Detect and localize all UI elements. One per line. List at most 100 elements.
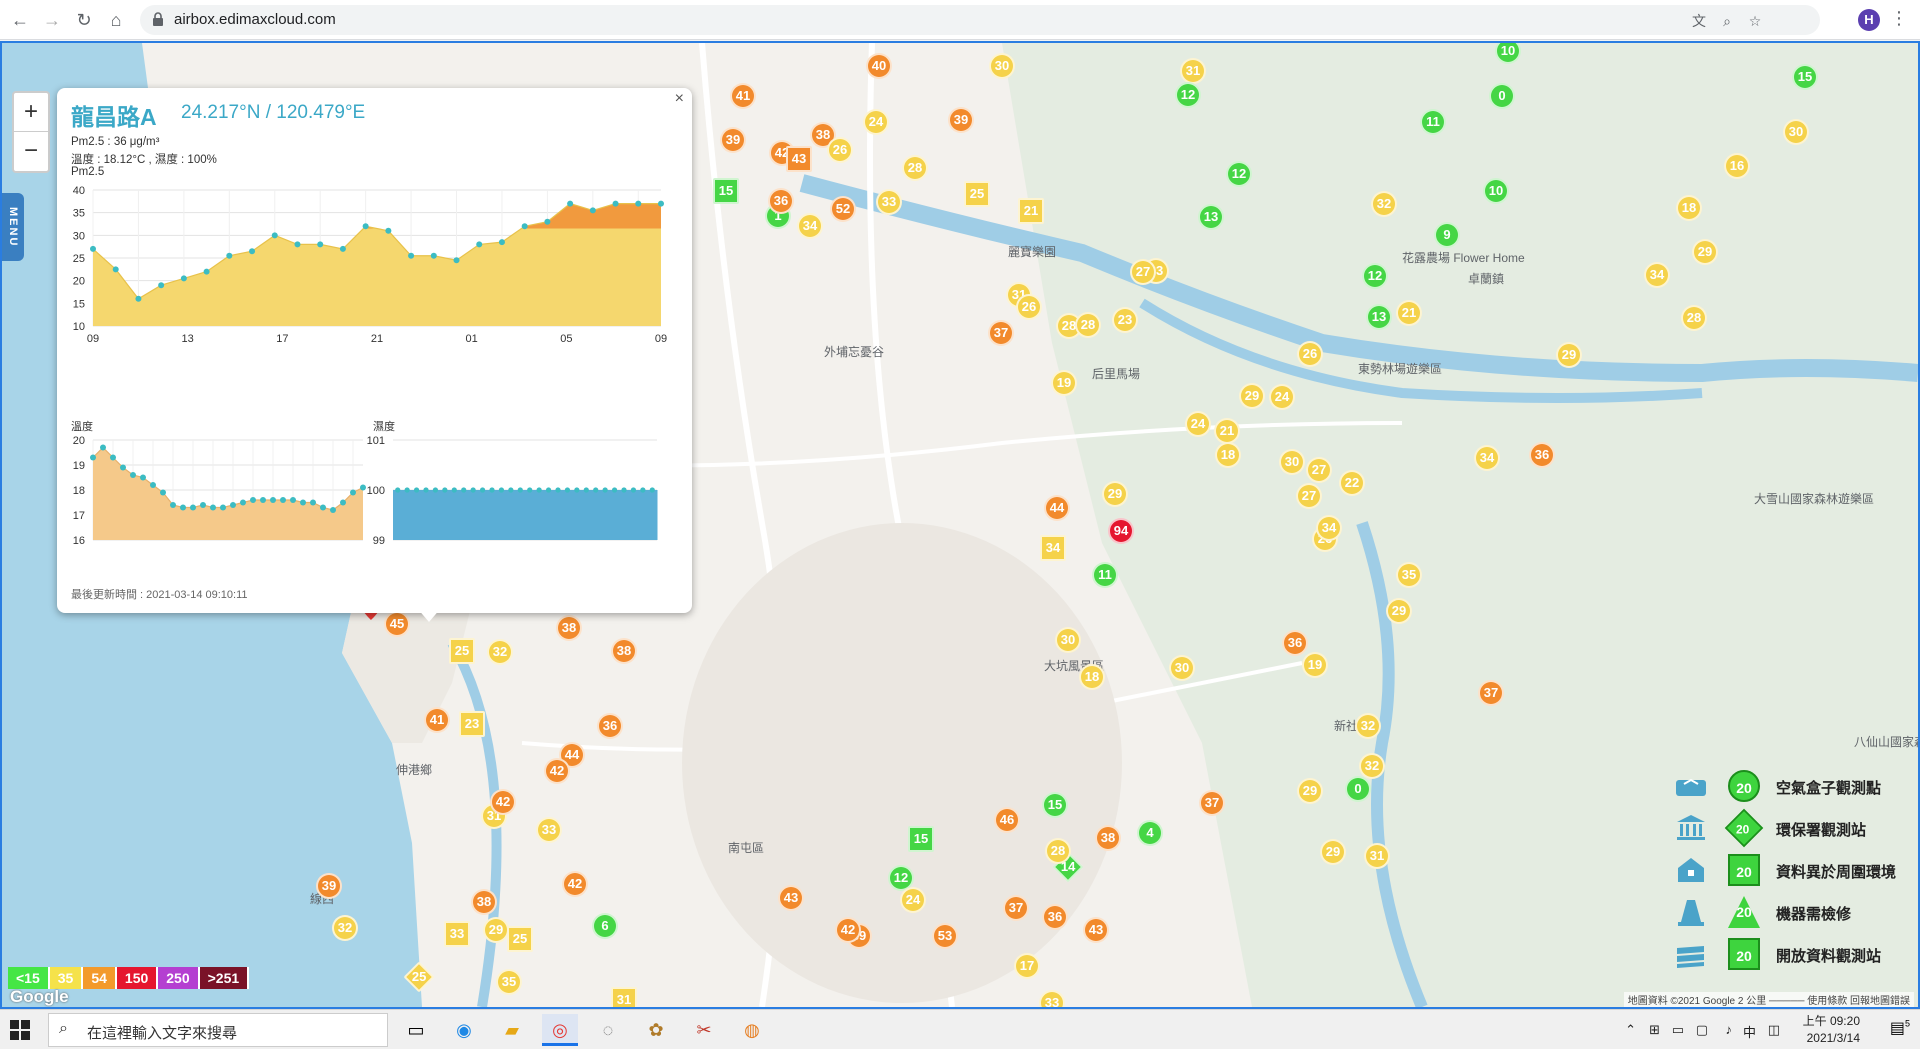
clock[interactable]: 上午 09:20 2021/3/14 — [1803, 1013, 1860, 1047]
edge-icon[interactable]: ◉ — [446, 1014, 482, 1046]
aqi-marker[interactable]: 26 — [1297, 341, 1323, 367]
aqi-marker[interactable]: 43 — [1083, 917, 1109, 943]
aqi-marker[interactable]: 22 — [1339, 470, 1365, 496]
aqi-marker[interactable]: 15 — [908, 826, 934, 852]
aqi-marker[interactable]: 33 — [1039, 990, 1065, 1007]
address-bar[interactable]: airbox.edimaxcloud.com 文 ⌕ ☆ — [140, 5, 1820, 35]
zoom-icon[interactable]: ⌕ — [1718, 12, 1736, 30]
map-area[interactable]: 大雪山國家森林遊樂區 東勢林場遊樂區 卓蘭鎮 新社區 伸港鄉 線西 大坑風景區 … — [0, 41, 1920, 1009]
aqi-marker[interactable]: 36 — [1282, 630, 1308, 656]
aqi-marker[interactable]: 32 — [487, 639, 513, 665]
aqi-marker[interactable]: 28 — [1075, 312, 1101, 338]
menu-tab[interactable]: MENU — [2, 193, 24, 261]
aqi-marker[interactable]: 12 — [1362, 263, 1388, 289]
aqi-marker[interactable]: 31 — [1180, 58, 1206, 84]
aqi-marker[interactable]: 36 — [1042, 904, 1068, 930]
aqi-marker[interactable]: 46 — [994, 807, 1020, 833]
aqi-marker[interactable]: 36 — [768, 188, 794, 214]
task-view-icon[interactable]: ▭ — [398, 1014, 434, 1046]
aqi-marker[interactable]: 12 — [1175, 82, 1201, 108]
aqi-marker[interactable]: 36 — [597, 713, 623, 739]
aqi-marker[interactable]: 12 — [1226, 161, 1252, 187]
aqi-marker[interactable]: 6 — [592, 913, 618, 939]
more-vert-icon[interactable]: ⋮ — [1890, 8, 1908, 29]
aqi-marker[interactable]: 33 — [876, 189, 902, 215]
aqi-marker[interactable]: 39 — [720, 127, 746, 153]
aqi-marker[interactable]: 27 — [1306, 457, 1332, 483]
aqi-marker[interactable]: 37 — [1478, 680, 1504, 706]
aqi-marker[interactable]: 30 — [1783, 119, 1809, 145]
google-logo[interactable]: Google — [10, 987, 69, 1007]
aqi-marker[interactable]: 32 — [1371, 191, 1397, 217]
aqi-marker[interactable]: 38 — [611, 638, 637, 664]
aqi-marker[interactable]: 94 — [1108, 518, 1134, 544]
aqi-marker[interactable]: 42 — [835, 917, 861, 943]
aqi-marker[interactable]: 23 — [459, 711, 485, 737]
aqi-marker[interactable]: 39 — [948, 107, 974, 133]
aqi-marker[interactable]: 11 — [1092, 562, 1118, 588]
aqi-marker[interactable]: 34 — [1644, 262, 1670, 288]
windows-start-icon[interactable] — [10, 1020, 30, 1040]
aqi-marker[interactable]: 37 — [1003, 895, 1029, 921]
battery-icon[interactable]: ▭ — [1672, 1022, 1684, 1038]
aqi-marker[interactable]: 29 — [1692, 239, 1718, 265]
aqi-marker[interactable]: 30 — [1055, 627, 1081, 653]
notification-icon[interactable]: ▤5 — [1890, 1018, 1910, 1038]
aqi-marker[interactable]: 24 — [863, 109, 889, 135]
aqi-marker[interactable]: 24 — [900, 887, 926, 913]
aqi-marker[interactable]: 42 — [490, 789, 516, 815]
url-text[interactable]: airbox.edimaxcloud.com — [174, 11, 336, 28]
aqi-marker[interactable]: 21 — [1396, 300, 1422, 326]
aqi-marker[interactable]: 19 — [1051, 370, 1077, 396]
aqi-marker[interactable]: 24 — [1269, 384, 1295, 410]
aqi-marker[interactable]: 4 — [1137, 820, 1163, 846]
aqi-marker[interactable]: 30 — [1169, 655, 1195, 681]
aqi-marker[interactable]: 18 — [1215, 442, 1241, 468]
aqi-marker[interactable]: 31 — [611, 987, 637, 1007]
aqi-marker[interactable]: 28 — [902, 155, 928, 181]
network-icon[interactable]: ⊞ — [1649, 1022, 1660, 1038]
aqi-marker[interactable]: 34 — [1316, 515, 1342, 541]
ime-indicator[interactable]: 中 — [1743, 1022, 1756, 1041]
taskbar-search-input[interactable]: ⌕ 在這裡輸入文字來搜尋 — [48, 1013, 388, 1047]
aqi-marker[interactable]: 38 — [1095, 825, 1121, 851]
aqi-marker[interactable]: 15 — [1042, 792, 1068, 818]
aqi-marker[interactable]: 35 — [1396, 562, 1422, 588]
aqi-marker[interactable]: 28 — [1681, 305, 1707, 331]
app-character-icon[interactable]: ✿ — [638, 1014, 674, 1046]
aqi-marker[interactable]: 10 — [1483, 178, 1509, 204]
aqi-marker[interactable]: 34 — [1040, 535, 1066, 561]
aqi-marker[interactable]: 13 — [1366, 304, 1392, 330]
bookmark-star-icon[interactable]: ☆ — [1746, 12, 1764, 30]
aqi-marker[interactable]: 35 — [496, 969, 522, 995]
aqi-marker[interactable]: 16 — [1724, 153, 1750, 179]
aqi-marker[interactable]: 15 — [713, 178, 739, 204]
aqi-marker[interactable]: 25 — [964, 181, 990, 207]
profile-avatar[interactable]: H — [1858, 9, 1880, 31]
aqi-marker[interactable]: 33 — [536, 817, 562, 843]
aqi-marker[interactable]: 39 — [316, 873, 342, 899]
aqi-marker[interactable]: 23 — [1112, 307, 1138, 333]
aqi-marker[interactable]: 32 — [1359, 753, 1385, 779]
ime-mode-icon[interactable]: ◫ — [1768, 1022, 1780, 1038]
aqi-marker[interactable]: 9 — [1434, 222, 1460, 248]
aqi-marker[interactable]: 21 — [1018, 198, 1044, 224]
app-snip-icon[interactable]: ✂ — [686, 1014, 722, 1046]
aqi-marker[interactable]: 40 — [866, 53, 892, 79]
aqi-marker[interactable]: 38 — [471, 889, 497, 915]
aqi-marker[interactable]: 34 — [797, 213, 823, 239]
aqi-marker[interactable]: 25 — [449, 638, 475, 664]
display-icon[interactable]: ▢ — [1696, 1022, 1708, 1038]
aqi-marker[interactable]: 26 — [827, 137, 853, 163]
aqi-marker[interactable]: 32 — [332, 915, 358, 941]
aqi-marker[interactable]: 0 — [1489, 83, 1515, 109]
aqi-marker[interactable]: 43 — [778, 885, 804, 911]
aqi-marker[interactable]: 36 — [1529, 442, 1555, 468]
aqi-marker[interactable]: 28 — [1045, 838, 1071, 864]
aqi-marker[interactable]: 44 — [1044, 495, 1070, 521]
aqi-marker[interactable]: 29 — [1556, 342, 1582, 368]
aqi-marker[interactable]: 43 — [786, 146, 812, 172]
zoom-in-button[interactable]: + — [14, 93, 48, 132]
aqi-marker[interactable]: 37 — [1199, 790, 1225, 816]
aqi-marker[interactable]: 17 — [1014, 953, 1040, 979]
